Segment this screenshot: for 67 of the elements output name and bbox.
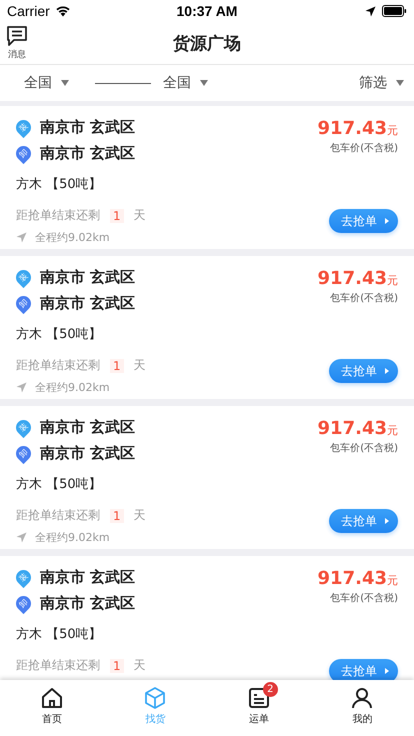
distance-text: 全程约9.02km: [35, 530, 110, 545]
cargo-description: 方木 【50吨】: [16, 326, 103, 343]
unload-location: 南京市 玄武区: [40, 144, 136, 163]
load-location: 南京市 玄武区: [40, 268, 136, 287]
page-title: 货源广场: [173, 32, 241, 54]
person-icon: [351, 687, 374, 709]
price: 917.43: [318, 568, 387, 589]
home-icon: [40, 687, 63, 709]
days-count: 1: [110, 658, 124, 672]
distance-text: 全程约9.02km: [35, 380, 110, 395]
triangle-icon: [385, 518, 389, 524]
message-icon: [6, 25, 28, 47]
days-unit: 天: [134, 357, 146, 374]
message-button[interactable]: 消息: [6, 25, 28, 61]
currency-unit: 元: [387, 123, 398, 138]
triangle-icon: [385, 218, 389, 224]
days-count: 1: [110, 508, 124, 522]
caret-icon: [396, 80, 404, 86]
load-location: 南京市 玄武区: [40, 418, 136, 437]
price-note: 包车价(不含税): [330, 292, 398, 305]
load-location: 南京市 玄武区: [40, 118, 136, 137]
countdown-label: 距抢单结束还剩: [16, 507, 100, 524]
tab-item[interactable]: 我的: [310, 680, 414, 736]
unload-location: 南京市 玄武区: [40, 294, 136, 313]
countdown-label: 距抢单结束还剩: [16, 207, 100, 224]
distance-text: 全程约9.02km: [35, 230, 110, 245]
caret-icon: [61, 80, 69, 86]
tab-item[interactable]: 首页: [0, 680, 104, 736]
wifi-icon: [54, 5, 71, 17]
load-location: 南京市 玄武区: [40, 568, 136, 587]
countdown-label: 距抢单结束还剩: [16, 657, 100, 674]
location-arrow-icon: [364, 6, 376, 16]
cargo-description: 方木 【50吨】: [16, 476, 103, 493]
currency-unit: 元: [387, 573, 398, 588]
filter-dropdown[interactable]: 筛选: [359, 74, 404, 92]
days-count: 1: [110, 208, 124, 222]
triangle-icon: [385, 668, 389, 674]
days-count: 1: [110, 358, 124, 372]
days-unit: 天: [134, 507, 146, 524]
cargo-description: 方木 【50吨】: [16, 626, 103, 643]
days-unit: 天: [134, 657, 146, 674]
cube-icon: [143, 686, 168, 710]
caret-icon: [200, 80, 208, 86]
price: 917.43: [318, 268, 387, 289]
triangle-icon: [385, 368, 389, 374]
tab-item[interactable]: 2 运单: [207, 680, 310, 736]
status-time: 10:37 AM: [176, 3, 238, 19]
navigation-arrow-icon: [16, 532, 27, 543]
navigation-arrow-icon: [16, 232, 27, 243]
cargo-description: 方木 【50吨】: [16, 176, 103, 193]
days-unit: 天: [134, 207, 146, 224]
destination-dropdown[interactable]: 全国: [163, 74, 208, 92]
price-note: 包车价(不含税): [330, 142, 398, 155]
unload-location: 南京市 玄武区: [40, 594, 136, 613]
price-note: 包车价(不含税): [330, 442, 398, 455]
price-note: 包车价(不含税): [330, 592, 398, 605]
price: 917.43: [318, 418, 387, 439]
carrier-name: Carrier: [7, 3, 50, 19]
badge-count: 2: [262, 682, 278, 697]
origin-dropdown[interactable]: 全国: [24, 74, 69, 92]
navigation-arrow-icon: [16, 382, 27, 393]
battery-icon: [382, 5, 407, 17]
price: 917.43: [318, 118, 387, 139]
unload-location: 南京市 玄武区: [40, 444, 136, 463]
currency-unit: 元: [387, 273, 398, 288]
countdown-label: 距抢单结束还剩: [16, 357, 100, 374]
currency-unit: 元: [387, 423, 398, 438]
